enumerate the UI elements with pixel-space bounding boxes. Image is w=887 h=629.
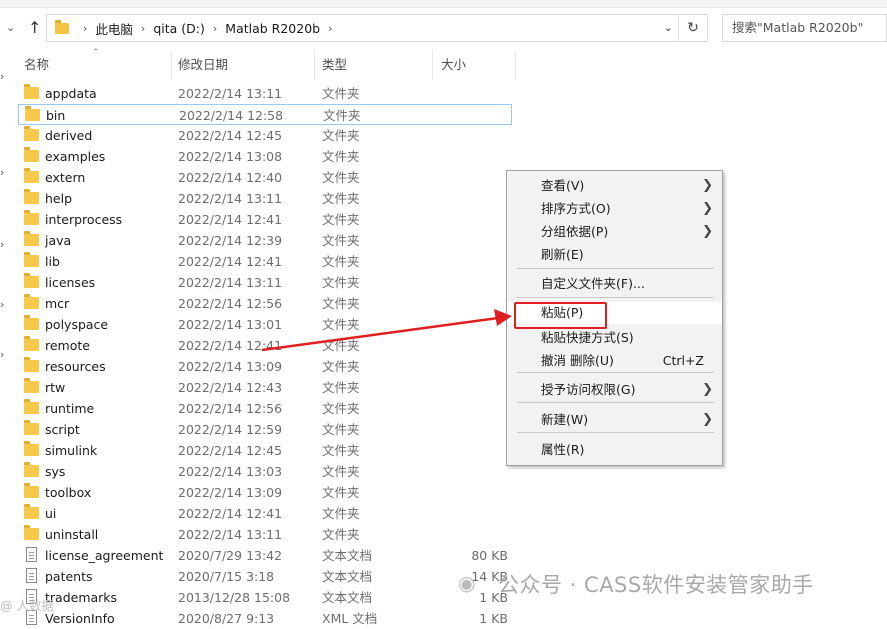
watermark: ◉ 公众号 · CASS软件安装管家助手	[458, 568, 878, 602]
annotation-arrow	[261, 309, 512, 352]
wechat-icon: ◉	[458, 571, 476, 595]
corner-watermark: @ 人数据	[0, 598, 54, 613]
watermark-text: 公众号 · CASS软件安装管家助手	[498, 573, 814, 597]
